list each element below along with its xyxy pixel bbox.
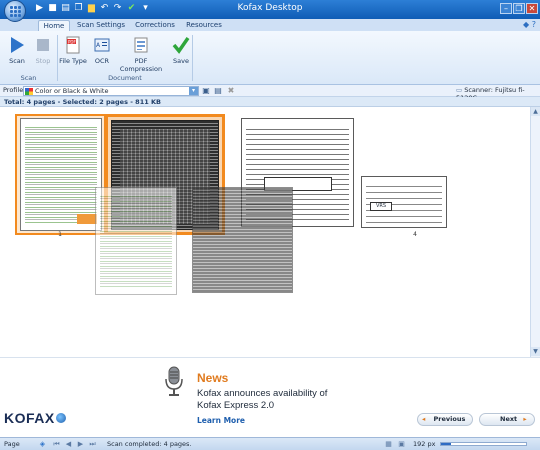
title-bar: ▶ ■ ▤ ❐ ▆ ↶ ↷ ✔ ▾ Kofax Desktop – ❐ ✕: [0, 0, 540, 19]
microphone-icon: [165, 366, 183, 396]
single-view-icon[interactable]: ▣: [397, 440, 406, 449]
profile-value: Color or Black & White: [35, 87, 109, 95]
document-group-label: Document: [108, 74, 142, 82]
zoom-slider-fill: [441, 443, 452, 445]
app-menu-button[interactable]: [4, 0, 26, 22]
minimize-button[interactable]: –: [500, 3, 512, 14]
page-number: 4: [413, 231, 417, 238]
close-button[interactable]: ✕: [526, 3, 538, 14]
scanner-icon: ▭: [456, 86, 463, 94]
ribbon: Scan Stop Scan PDF File Type A OCR PDF C…: [0, 31, 540, 85]
page-image: [20, 118, 102, 231]
next-label: Next: [500, 415, 518, 423]
scan-group-label: Scan: [20, 74, 37, 82]
previous-label: Previous: [433, 415, 466, 423]
page-thumbnail-selected[interactable]: [15, 114, 106, 235]
play-icon[interactable]: ▶: [34, 3, 45, 14]
chevron-down-icon[interactable]: ▾: [189, 87, 198, 95]
kofax-logo: KOFAX: [4, 410, 66, 426]
scan-button-label: Scan: [9, 57, 25, 65]
next-page-icon[interactable]: ▶: [76, 440, 85, 449]
pdf-compression-label: PDF Compression: [119, 57, 163, 73]
page-label: Page: [4, 440, 20, 448]
drag-preview: [95, 187, 177, 295]
previous-page-icon[interactable]: ◀: [64, 440, 73, 449]
next-button[interactable]: Next ▸: [479, 413, 535, 426]
previous-button[interactable]: ◂ Previous: [417, 413, 473, 426]
color-profile-icon: [25, 88, 33, 95]
check-icon[interactable]: ✔: [126, 3, 137, 14]
globe-icon: [55, 413, 66, 423]
tab-corrections[interactable]: Corrections: [132, 20, 178, 31]
pdf-file-icon: PDF: [66, 36, 80, 54]
pdf-compression-button[interactable]: PDF Compression: [116, 34, 166, 74]
svg-text:PDF: PDF: [68, 40, 76, 45]
file-type-button[interactable]: PDF File Type: [58, 34, 88, 74]
stop-button-label: Stop: [35, 57, 51, 65]
ocr-label: OCR: [94, 57, 110, 65]
undo-icon[interactable]: ↶: [99, 3, 110, 14]
grid-view-icon[interactable]: ▦: [384, 440, 393, 449]
arrow-left-icon: ◂: [422, 415, 426, 423]
group-separator: [192, 35, 193, 81]
stop-icon: [37, 39, 49, 51]
restore-button[interactable]: ❐: [513, 3, 525, 14]
news-panel: KOFAX News Kofax announces availability …: [0, 357, 540, 437]
save-profile-icon[interactable]: ▣: [201, 86, 211, 96]
tab-resources[interactable]: Resources: [183, 20, 225, 31]
save-as-profile-icon[interactable]: ▤: [213, 86, 223, 96]
checkmark-icon: [172, 37, 190, 54]
play-icon: [11, 37, 24, 53]
info-icon[interactable]: ?: [532, 20, 536, 29]
ribbon-help-icons: ◆ ?: [523, 20, 536, 29]
stop-button[interactable]: Stop: [28, 34, 58, 74]
delete-profile-icon[interactable]: ✖: [226, 86, 236, 96]
tab-scan-settings[interactable]: Scan Settings: [75, 20, 127, 31]
status-text: Scan completed: 4 pages.: [107, 440, 192, 448]
document-icon[interactable]: ▤: [60, 3, 71, 14]
profile-bar: Profile Color or Black & White ▾ ▣ ▤ ✖ ▭…: [0, 85, 540, 102]
folder-icon[interactable]: ▆: [86, 3, 97, 14]
zoom-value: 192 px: [413, 440, 436, 448]
kofax-logo-text: KOFAX: [4, 410, 55, 426]
stamp-mark: [77, 214, 97, 224]
customize-icon[interactable]: ▾: [140, 3, 151, 14]
news-line: Kofax Express 2.0: [197, 400, 275, 411]
scroll-down-icon[interactable]: ▼: [531, 347, 540, 356]
new-icon[interactable]: ❐: [73, 3, 84, 14]
check-logo: VRS: [370, 202, 392, 211]
status-bar: Page ◈ ⏮ ◀ ▶ ⏭ Scan completed: 4 pages. …: [0, 437, 540, 450]
learn-more-link[interactable]: Learn More: [197, 416, 245, 425]
profile-dropdown[interactable]: Color or Black & White ▾: [23, 86, 199, 96]
zoom-slider[interactable]: [440, 442, 527, 446]
ocr-icon: A: [94, 38, 110, 52]
window-title: Kofax Desktop: [237, 3, 303, 13]
first-page-icon[interactable]: ⏮: [52, 440, 61, 449]
redo-icon[interactable]: ↷: [112, 3, 123, 14]
help-icon[interactable]: ◆: [523, 20, 529, 29]
ocr-button[interactable]: A OCR: [87, 34, 117, 74]
page-thumbnail[interactable]: VRS: [361, 176, 447, 228]
tab-home[interactable]: Home: [38, 20, 70, 31]
drag-preview: [192, 187, 293, 293]
ribbon-tabs: Home Scan Settings Corrections Resources…: [0, 19, 540, 31]
scroll-up-icon[interactable]: ▲: [531, 107, 540, 116]
totals-bar: Total: 4 pages - Selected: 2 pages - 811…: [0, 97, 540, 107]
profile-label: Profile: [3, 86, 24, 94]
news-line: Kofax announces availability of: [197, 388, 328, 399]
news-title: News: [197, 371, 229, 385]
arrow-right-icon: ▸: [523, 415, 527, 423]
compression-icon: [134, 37, 148, 53]
save-label: Save: [173, 57, 189, 65]
page-number: 1: [58, 231, 62, 238]
file-type-label: File Type: [59, 57, 87, 65]
thumbnail-view[interactable]: 1 VRS 4: [0, 107, 530, 357]
last-page-icon[interactable]: ⏭: [88, 440, 97, 449]
stop-icon[interactable]: ■: [47, 3, 58, 14]
vertical-scrollbar[interactable]: ▲ ▼: [530, 107, 540, 357]
page-selector-icon[interactable]: ◈: [38, 440, 47, 449]
news-body: Kofax announces availability of Kofax Ex…: [197, 388, 397, 412]
